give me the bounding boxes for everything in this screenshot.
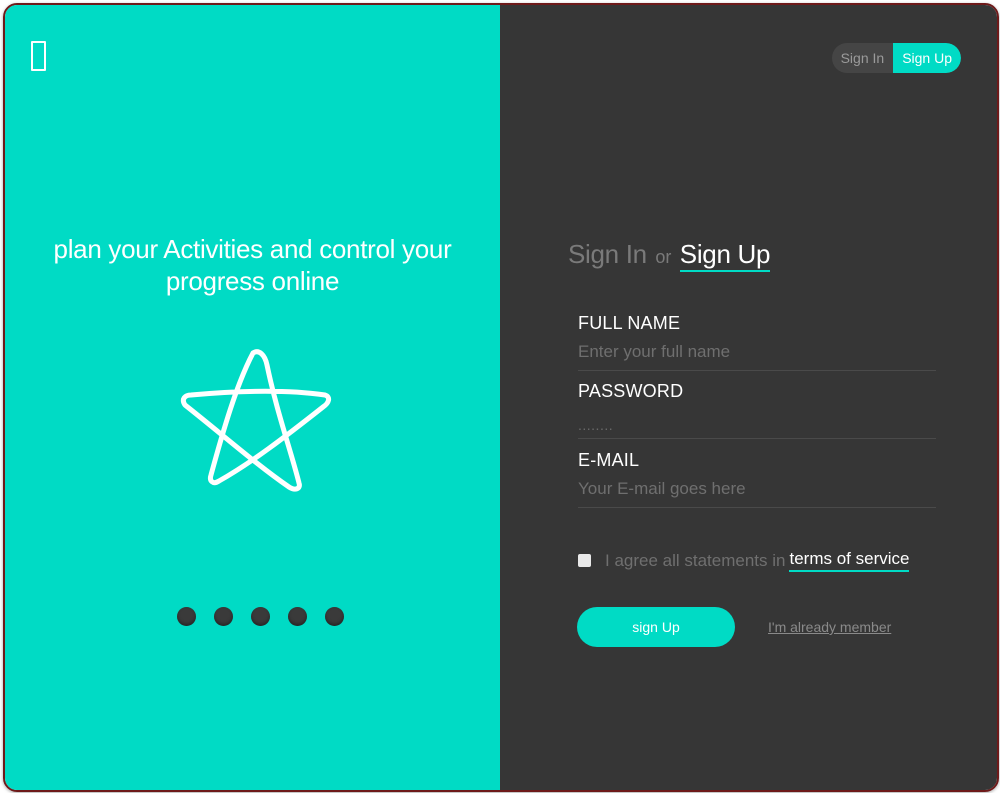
carousel-dot[interactable] <box>325 607 344 626</box>
email-input[interactable] <box>578 477 936 507</box>
toggle-sign-up-button[interactable]: Sign Up <box>893 43 961 73</box>
app-window: plan your Activities and control your pr… <box>3 3 999 792</box>
carousel-dot[interactable] <box>177 607 196 626</box>
email-field-group: E-MAIL <box>578 450 936 508</box>
right-panel: Sign In Sign Up Sign In or Sign Up FULL … <box>500 5 997 790</box>
full-name-label: FULL NAME <box>578 313 681 333</box>
terms-agreement: I agree all statements in terms of servi… <box>578 549 910 572</box>
full-name-input[interactable] <box>578 340 936 370</box>
password-field-group: PASSWORD <box>578 381 936 439</box>
full-name-field-group: FULL NAME <box>578 313 936 371</box>
carousel-dot[interactable] <box>251 607 270 626</box>
toggle-sign-in-button[interactable]: Sign In <box>832 43 894 73</box>
terms-checkbox[interactable] <box>578 554 591 567</box>
title-sign-up-link[interactable]: Sign Up <box>679 239 770 272</box>
carousel-dot[interactable] <box>288 607 307 626</box>
terms-of-service-link[interactable]: terms of service <box>789 549 910 572</box>
form-title: Sign In or Sign Up <box>568 239 770 272</box>
password-input[interactable] <box>578 408 936 438</box>
already-member-link[interactable]: I'm already member <box>768 619 891 635</box>
rectangle-logo-icon <box>31 41 46 71</box>
signin-signup-toggle: Sign In Sign Up <box>831 43 961 73</box>
headline: plan your Activities and control your pr… <box>53 234 452 296</box>
left-panel: plan your Activities and control your pr… <box>5 5 500 790</box>
star-icon <box>180 349 332 492</box>
sign-up-button[interactable]: sign Up <box>577 607 735 647</box>
terms-text: I agree all statements in <box>605 550 786 570</box>
carousel-dot[interactable] <box>214 607 233 626</box>
title-sign-in-link[interactable]: Sign In <box>568 239 647 269</box>
title-or: or <box>655 247 672 267</box>
carousel-dots <box>13 607 508 626</box>
password-label: PASSWORD <box>578 381 684 401</box>
email-label: E-MAIL <box>578 450 640 470</box>
